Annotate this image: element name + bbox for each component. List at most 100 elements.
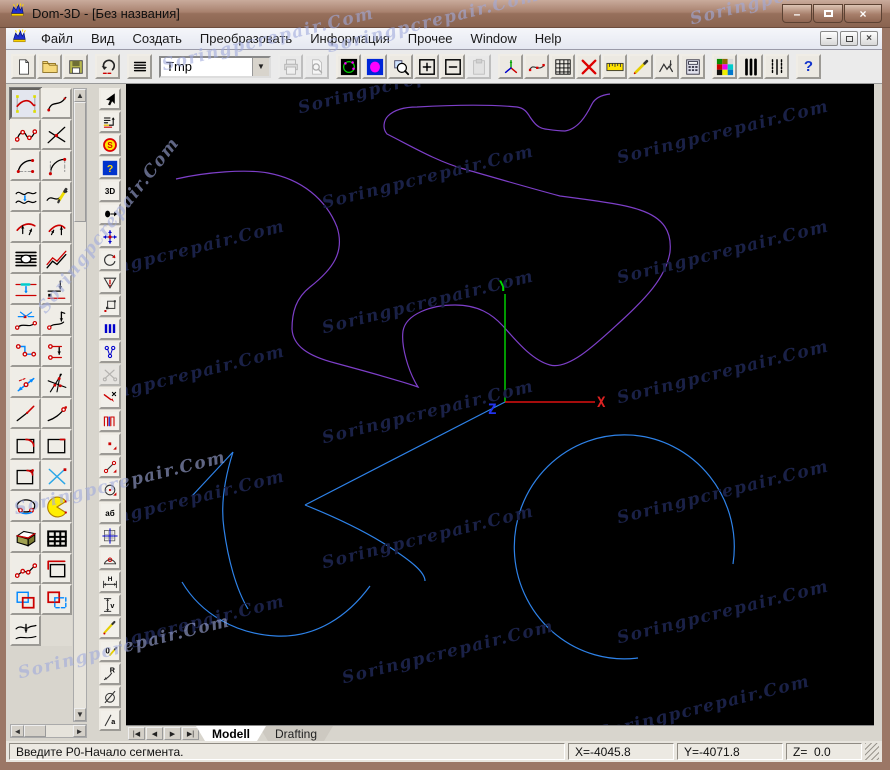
toolbar-print-button[interactable] xyxy=(278,54,303,79)
strip-help-blue-button[interactable]: ? xyxy=(99,157,121,179)
maximize-button[interactable] xyxy=(813,4,843,23)
tab-nav-0[interactable]: |◀ xyxy=(128,727,145,740)
strip-dim-angle-text-button[interactable]: a xyxy=(99,709,121,731)
strip-grid-crosshair-button[interactable] xyxy=(99,525,121,547)
toolbar-paste-button[interactable] xyxy=(466,54,491,79)
strip-dim-slope-button[interactable] xyxy=(99,617,121,639)
palette-curve-pencil-button[interactable] xyxy=(41,181,72,212)
palette-node-pull-down-button[interactable] xyxy=(41,336,72,367)
toolbar-line-style-button[interactable] xyxy=(127,54,152,79)
palette-rect-corner-arc2-button[interactable] xyxy=(10,460,41,491)
palette-cross-blue-button[interactable] xyxy=(41,460,72,491)
tab-drafting[interactable]: Drafting xyxy=(259,726,333,741)
palette-node-spread-button[interactable] xyxy=(10,305,41,336)
strip-dim-vertical-button[interactable]: v xyxy=(99,594,121,616)
palette-line-red-tip-button[interactable] xyxy=(10,398,41,429)
mdi-close-button[interactable]: × xyxy=(860,31,878,46)
tab-nav-1[interactable]: ◀ xyxy=(146,727,163,740)
palette-arc-arrows-button[interactable] xyxy=(10,212,41,243)
strip-move-cross-button[interactable] xyxy=(99,226,121,248)
menu-item-файл[interactable]: Файл xyxy=(32,29,82,48)
menu-item-создать[interactable]: Создать xyxy=(124,29,191,48)
palette-curve-endpoint-button[interactable] xyxy=(41,398,72,429)
palette-sector-yellow-button[interactable] xyxy=(41,491,72,522)
palette-curve-down-arrow-button[interactable] xyxy=(10,615,41,646)
scroll-up-arrow-icon[interactable]: ▲ xyxy=(74,89,86,102)
toolbar-save-button[interactable] xyxy=(63,54,88,79)
menu-item-window[interactable]: Window xyxy=(462,29,526,48)
palette-lines-cyan-arrow-button[interactable] xyxy=(10,274,41,305)
toolbar-curve-points-button[interactable] xyxy=(524,54,549,79)
tab-nav-2[interactable]: ▶ xyxy=(164,727,181,740)
toolbar-new-button[interactable] xyxy=(11,54,36,79)
toolbar-view-dark-button[interactable] xyxy=(336,54,361,79)
strip-rotate-button[interactable] xyxy=(99,249,121,271)
strip-dim-zero-button[interactable]: 0 xyxy=(99,640,121,662)
palette-lines-cross-button[interactable] xyxy=(41,119,72,150)
palette-wave-arrow-button[interactable] xyxy=(10,181,41,212)
mdi-minimize-button[interactable]: – xyxy=(820,31,838,46)
strip-s-tool-button[interactable]: S xyxy=(99,134,121,156)
minimize-button[interactable]: – xyxy=(782,4,812,23)
dropdown-arrow-icon[interactable]: ▼ xyxy=(252,57,269,76)
toolbar-delete-button[interactable] xyxy=(576,54,601,79)
toolbar-zoom-in-button[interactable] xyxy=(414,54,439,79)
toolbar-undo-button[interactable] xyxy=(95,54,120,79)
palette-arc-endpoints-button[interactable] xyxy=(10,150,41,181)
strip-view-3d-button[interactable]: 3D xyxy=(99,180,121,202)
strip-dim-horizontal-button[interactable]: H xyxy=(99,571,121,593)
toolbar-calculator-button[interactable] xyxy=(680,54,705,79)
close-button[interactable]: × xyxy=(844,4,882,23)
drawing-canvas[interactable]: YXZ Soringpcrepair.Com Soringpcrepair.Com… xyxy=(126,84,874,725)
strip-point-mark-button[interactable] xyxy=(99,433,121,455)
palette-vertical-scrollbar[interactable]: ▲ ▼ xyxy=(73,88,87,722)
palette-lines-star-button[interactable] xyxy=(41,367,72,398)
palette-curve-node-button[interactable] xyxy=(41,88,72,119)
strip-circle-center-button[interactable] xyxy=(99,479,121,501)
toolbar-bars-button[interactable] xyxy=(738,54,763,79)
menu-item-help[interactable]: Help xyxy=(526,29,571,48)
strip-text-ab-button[interactable]: аб xyxy=(99,502,121,524)
palette-table-grid-button[interactable] xyxy=(41,522,72,553)
strip-tree-circles-button[interactable] xyxy=(99,341,121,363)
toolbar-print-preview-button[interactable] xyxy=(304,54,329,79)
toolbar-ruler-button[interactable] xyxy=(602,54,627,79)
toolbar-axes-button[interactable] xyxy=(498,54,523,79)
strip-segment-points-button[interactable] xyxy=(99,456,121,478)
palette-path-blue-nodes-button[interactable] xyxy=(10,336,41,367)
tab-nav-3[interactable]: ▶| xyxy=(182,727,199,740)
palette-segment-down-button[interactable] xyxy=(41,274,72,305)
strip-dome-arc-button[interactable] xyxy=(99,548,121,570)
strip-dim-radius-button[interactable]: R xyxy=(99,663,121,685)
menu-item-прочее[interactable]: Прочее xyxy=(399,29,462,48)
menu-item-вид[interactable]: Вид xyxy=(82,29,124,48)
strip-scissors-button[interactable] xyxy=(99,364,121,386)
strip-comb-button[interactable] xyxy=(99,410,121,432)
toolbar-grid-button[interactable] xyxy=(550,54,575,79)
palette-curve-smooth-button[interactable] xyxy=(10,88,41,119)
scroll-down-arrow-icon[interactable]: ▼ xyxy=(74,708,86,721)
toolbar-bars-dashed-button[interactable] xyxy=(764,54,789,79)
palette-hatch-ellipse-button[interactable] xyxy=(10,243,41,274)
mdi-restore-button[interactable] xyxy=(840,31,858,46)
tab-modell[interactable]: Modell xyxy=(196,726,266,741)
palette-arc-dashed-button[interactable] xyxy=(41,150,72,181)
toolbar-measure-button[interactable] xyxy=(628,54,653,79)
palette-arc-two-arrows-button[interactable] xyxy=(41,212,72,243)
palette-rects-overlap-blue-button[interactable] xyxy=(10,584,41,615)
strip-arrow-delete-button[interactable] xyxy=(99,387,121,409)
toolbar-zoom-window-button[interactable] xyxy=(388,54,413,79)
resize-grip[interactable] xyxy=(865,743,879,760)
scroll-right-arrow-icon[interactable]: ► xyxy=(73,725,86,737)
menu-item-информация[interactable]: Информация xyxy=(301,29,399,48)
palette-ellipse-points-button[interactable] xyxy=(10,491,41,522)
horizontal-scroll-thumb[interactable] xyxy=(24,725,46,737)
palette-zigzag-double-button[interactable] xyxy=(41,243,72,274)
strip-ellipse-arrow-button[interactable] xyxy=(99,203,121,225)
toolbar-palette-colors-button[interactable] xyxy=(712,54,737,79)
strip-warn-triangle-button[interactable] xyxy=(99,272,121,294)
strip-redirect-lines-button[interactable] xyxy=(99,111,121,133)
palette-rect-corner-arc-button[interactable] xyxy=(10,429,41,460)
strip-select-arrow-button[interactable] xyxy=(99,88,121,110)
toolbar-open-button[interactable] xyxy=(37,54,62,79)
